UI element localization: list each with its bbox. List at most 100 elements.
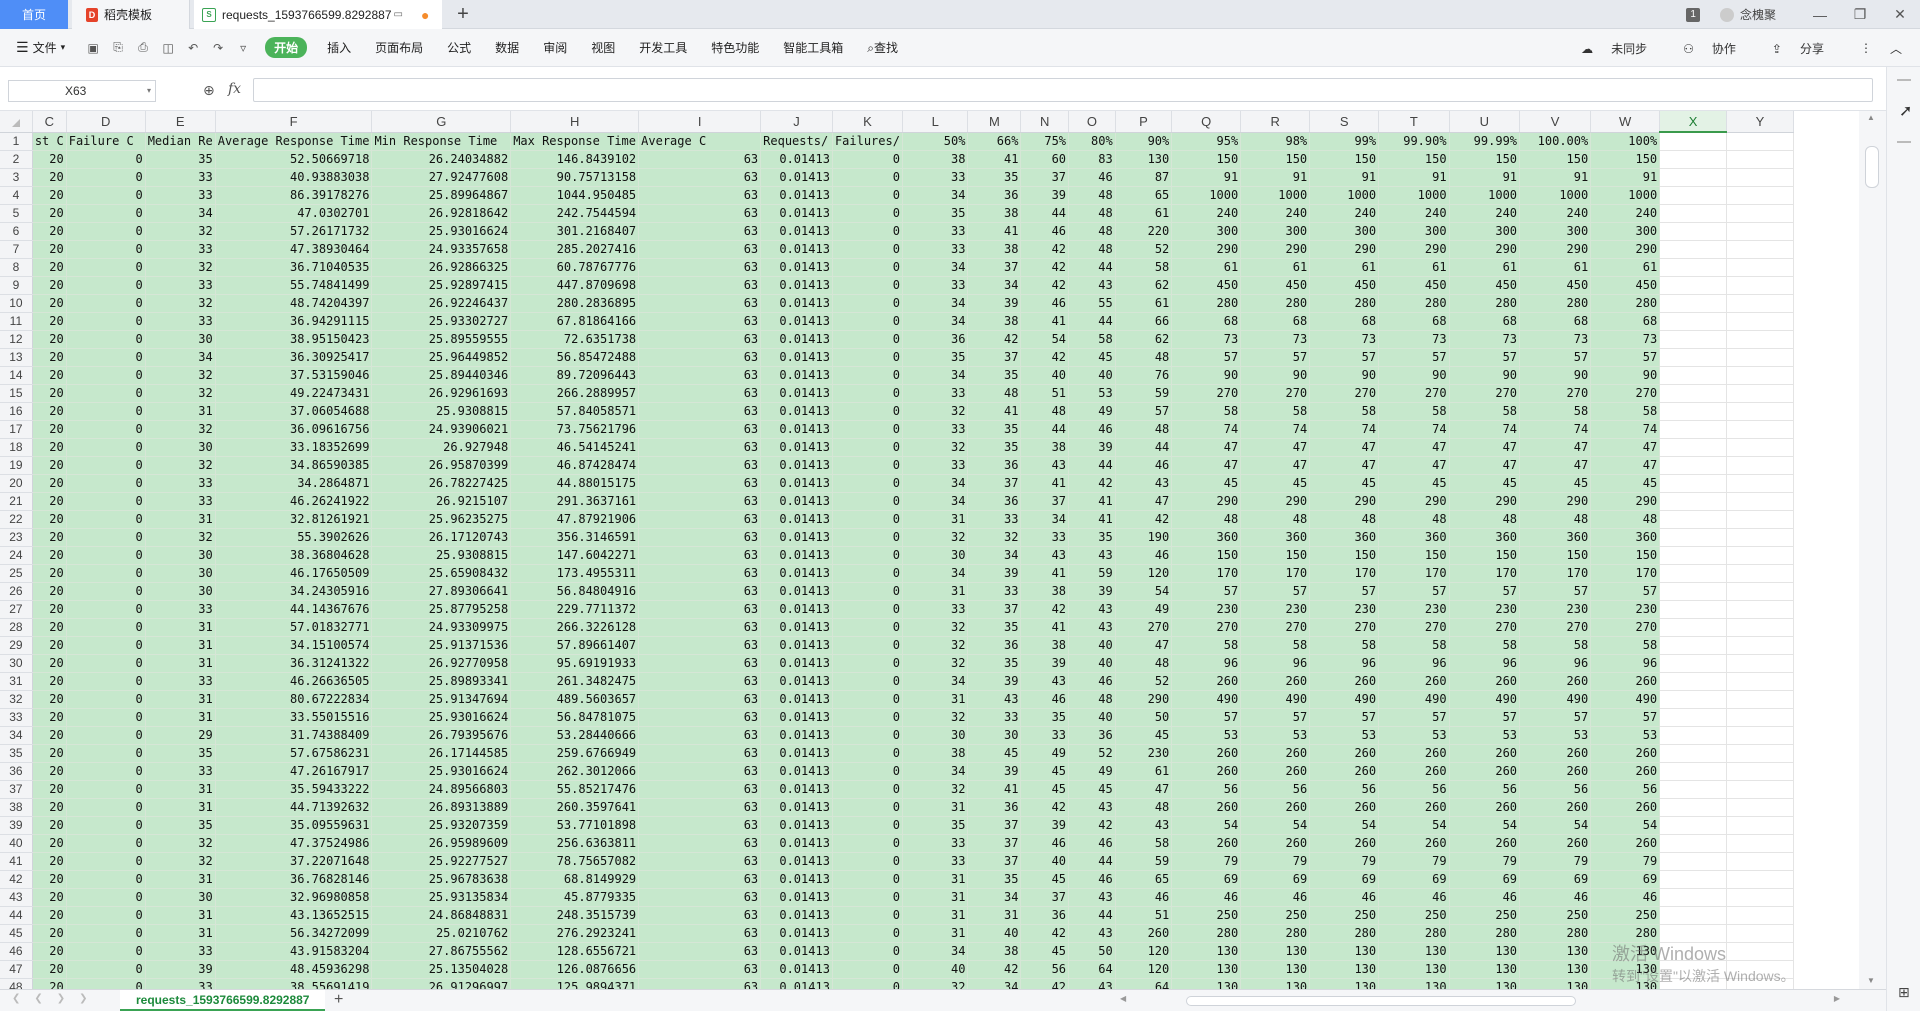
table-cell[interactable]: [1726, 384, 1794, 403]
table-cell[interactable]: [1726, 186, 1794, 205]
table-cell[interactable]: 63: [638, 546, 762, 565]
table-cell[interactable]: 220: [1115, 222, 1173, 241]
table-cell[interactable]: 45: [967, 744, 1022, 763]
table-cell[interactable]: 260: [1171, 834, 1242, 853]
table-cell[interactable]: [1726, 888, 1794, 907]
table-cell[interactable]: [1726, 168, 1794, 187]
table-cell[interactable]: 26.92961693: [371, 384, 512, 403]
new-tab-button[interactable]: +: [448, 0, 478, 29]
table-cell[interactable]: 35: [902, 204, 969, 223]
table-cell[interactable]: 170: [1171, 564, 1242, 583]
table-cell[interactable]: 490: [1449, 690, 1521, 709]
table-cell[interactable]: 0.01413: [760, 510, 833, 529]
table-cell[interactable]: 20: [32, 852, 67, 871]
table-cell[interactable]: 0.01413: [760, 942, 833, 961]
table-cell[interactable]: 48: [1115, 420, 1173, 439]
table-cell[interactable]: 61: [1115, 204, 1173, 223]
table-cell[interactable]: 20: [32, 744, 67, 763]
table-cell[interactable]: 0.01413: [760, 150, 833, 169]
table-cell[interactable]: 0: [66, 852, 146, 871]
table-cell[interactable]: 35: [967, 654, 1022, 673]
table-cell[interactable]: 20: [32, 636, 67, 655]
table-cell[interactable]: 57: [1378, 708, 1450, 727]
table-cell[interactable]: 63: [638, 726, 762, 745]
table-cell[interactable]: 96: [1449, 654, 1521, 673]
table-cell[interactable]: 61: [1519, 258, 1592, 277]
table-cell[interactable]: 270: [1378, 618, 1450, 637]
header-cell[interactable]: Failure C: [66, 132, 146, 151]
table-cell[interactable]: 74: [1449, 420, 1521, 439]
table-cell[interactable]: 58: [1519, 636, 1592, 655]
table-cell[interactable]: [1659, 294, 1728, 313]
table-cell[interactable]: 285.2027416: [510, 240, 640, 259]
table-cell[interactable]: 58: [1171, 636, 1242, 655]
table-cell[interactable]: 0.01413: [760, 564, 833, 583]
table-cell[interactable]: 130: [1519, 978, 1592, 989]
table-cell[interactable]: 0: [66, 582, 146, 601]
table-cell[interactable]: 39: [1020, 816, 1070, 835]
table-cell[interactable]: 48: [1115, 654, 1173, 673]
table-cell[interactable]: 42: [1020, 978, 1070, 989]
table-cell[interactable]: 41: [1020, 474, 1070, 493]
table-cell[interactable]: 43: [1068, 618, 1116, 637]
table-cell[interactable]: 490: [1590, 690, 1661, 709]
table-cell[interactable]: 38: [967, 240, 1022, 259]
table-cell[interactable]: 34: [967, 276, 1022, 295]
table-cell[interactable]: 63: [638, 924, 762, 943]
table-cell[interactable]: 31: [145, 402, 216, 421]
table-cell[interactable]: 290: [1378, 240, 1450, 259]
table-cell[interactable]: 290: [1519, 492, 1592, 511]
table-cell[interactable]: 35: [1068, 528, 1116, 547]
table-cell[interactable]: 260: [1171, 798, 1242, 817]
table-cell[interactable]: 20: [32, 618, 67, 637]
table-cell[interactable]: 57: [1590, 348, 1661, 367]
table-cell[interactable]: [1726, 564, 1794, 583]
table-cell[interactable]: 20: [32, 582, 67, 601]
table-cell[interactable]: 0: [66, 420, 146, 439]
table-cell[interactable]: 34.2864871: [215, 474, 373, 493]
table-cell[interactable]: 32: [902, 708, 969, 727]
table-cell[interactable]: 0.01413: [760, 528, 833, 547]
table-cell[interactable]: 38.36804628: [215, 546, 373, 565]
table-cell[interactable]: [1726, 654, 1794, 673]
table-cell[interactable]: [1726, 492, 1794, 511]
table-cell[interactable]: 260: [1590, 744, 1661, 763]
table-cell[interactable]: 48: [1068, 240, 1116, 259]
table-cell[interactable]: 74: [1519, 420, 1592, 439]
row-header[interactable]: 40: [0, 834, 33, 853]
table-cell[interactable]: 260: [1240, 672, 1311, 691]
table-cell[interactable]: 0: [832, 960, 903, 979]
table-cell[interactable]: 33: [902, 456, 969, 475]
table-cell[interactable]: 20: [32, 438, 67, 457]
table-cell[interactable]: 1044.950485: [510, 186, 640, 205]
table-cell[interactable]: 0.01413: [760, 258, 833, 277]
table-cell[interactable]: 260: [1519, 834, 1592, 853]
header-cell[interactable]: Average C: [638, 132, 762, 151]
column-header-m[interactable]: M: [967, 111, 1022, 133]
table-cell[interactable]: 45: [1115, 726, 1173, 745]
table-cell[interactable]: 54: [1378, 816, 1450, 835]
table-cell[interactable]: 0.01413: [760, 582, 833, 601]
table-cell[interactable]: 20: [32, 186, 67, 205]
table-cell[interactable]: 68.8149929: [510, 870, 640, 889]
table-cell[interactable]: 130: [1449, 978, 1521, 989]
table-cell[interactable]: 42: [967, 960, 1022, 979]
table-cell[interactable]: 63: [638, 222, 762, 241]
table-cell[interactable]: 25.96449852: [371, 348, 512, 367]
table-cell[interactable]: 0.01413: [760, 888, 833, 907]
table-cell[interactable]: 33.55015516: [215, 708, 373, 727]
table-cell[interactable]: 57: [1449, 582, 1521, 601]
table-cell[interactable]: 61: [1240, 258, 1311, 277]
table-cell[interactable]: 53.28440666: [510, 726, 640, 745]
table-cell[interactable]: 280.2836895: [510, 294, 640, 313]
column-header-i[interactable]: I: [638, 111, 762, 133]
table-cell[interactable]: [1659, 906, 1728, 925]
table-cell[interactable]: 20: [32, 240, 67, 259]
table-cell[interactable]: 0: [66, 690, 146, 709]
table-cell[interactable]: 46: [1378, 888, 1450, 907]
table-cell[interactable]: 91: [1171, 168, 1242, 187]
search-button[interactable]: ⌕查找: [867, 39, 898, 56]
table-cell[interactable]: 0.01413: [760, 906, 833, 925]
table-cell[interactable]: [1659, 402, 1728, 421]
table-cell[interactable]: 360: [1240, 528, 1311, 547]
